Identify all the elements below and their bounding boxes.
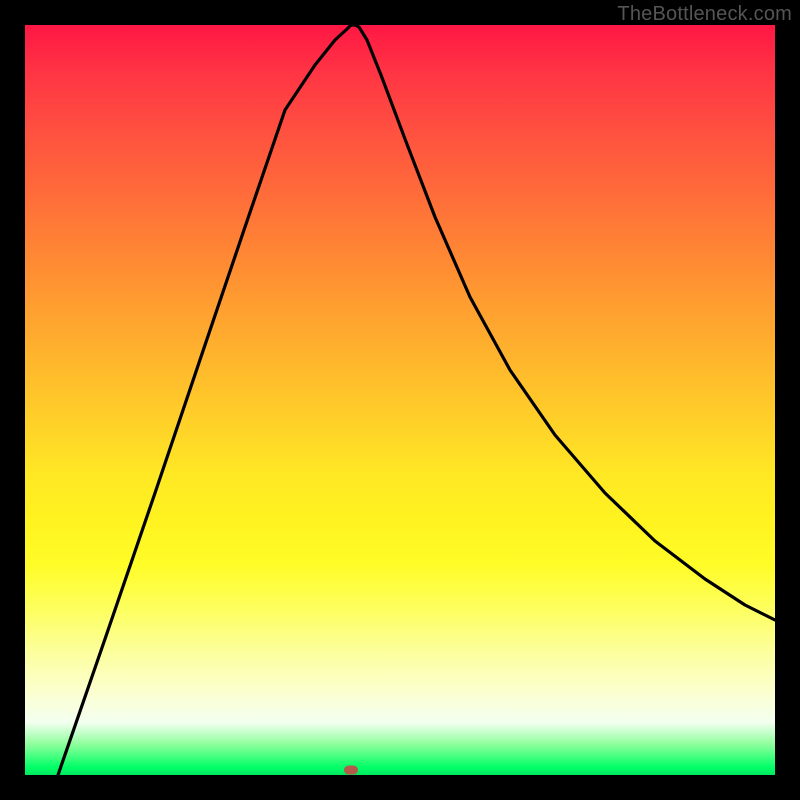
optimal-point-marker <box>344 765 358 774</box>
watermark-text: TheBottleneck.com <box>617 3 792 26</box>
curve-svg <box>25 25 775 775</box>
plot-area <box>25 25 775 775</box>
chart-frame: TheBottleneck.com <box>0 0 800 800</box>
bottleneck-curve <box>58 25 775 775</box>
